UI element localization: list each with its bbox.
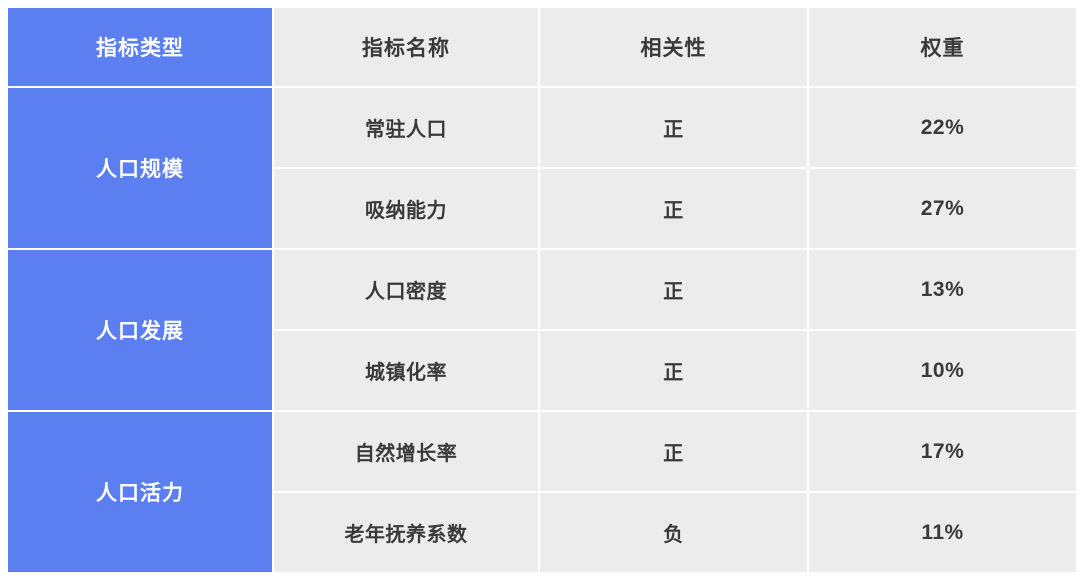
weight-cell: 11%	[809, 493, 1076, 572]
indicator-weight-table: 指标类型 指标名称 相关性 权重 人口规模 常驻人口正 22% 吸纳能力正 27% 人口发展 人口密…	[8, 8, 1076, 577]
category-cell: 人口发展	[8, 250, 272, 410]
relation-cell: 正	[540, 412, 807, 491]
column-header-weight: 权重	[809, 8, 1076, 86]
category-cell: 人口活力	[8, 412, 272, 572]
column-header-category: 指标类型	[8, 8, 272, 86]
weight-cell: 10%	[809, 331, 1076, 410]
weight-cell: 13%	[809, 250, 1076, 329]
column-header-indicator: 指标名称	[274, 8, 538, 86]
indicator-name-cell: 常驻人口	[274, 88, 538, 167]
relation-cell: 正	[540, 250, 807, 329]
indicator-name-cell: 自然增长率	[274, 412, 538, 491]
table-grid: 指标类型 指标名称 相关性 权重 人口规模 常驻人口正 22% 吸纳能力正 27% 人口发展 人口密…	[8, 8, 1076, 572]
weight-cell: 27%	[809, 169, 1076, 248]
category-cell: 人口规模	[8, 88, 272, 248]
indicator-name-cell: 城镇化率	[274, 331, 538, 410]
relation-cell: 正	[540, 169, 807, 248]
indicator-name-cell: 吸纳能力	[274, 169, 538, 248]
relation-cell: 正	[540, 88, 807, 167]
indicator-name-cell: 老年抚养系数	[274, 493, 538, 572]
indicator-name-cell: 人口密度	[274, 250, 538, 329]
weight-cell: 22%	[809, 88, 1076, 167]
column-header-relation: 相关性	[540, 8, 807, 86]
relation-cell: 正	[540, 331, 807, 410]
weight-cell: 17%	[809, 412, 1076, 491]
relation-cell: 负	[540, 493, 807, 572]
